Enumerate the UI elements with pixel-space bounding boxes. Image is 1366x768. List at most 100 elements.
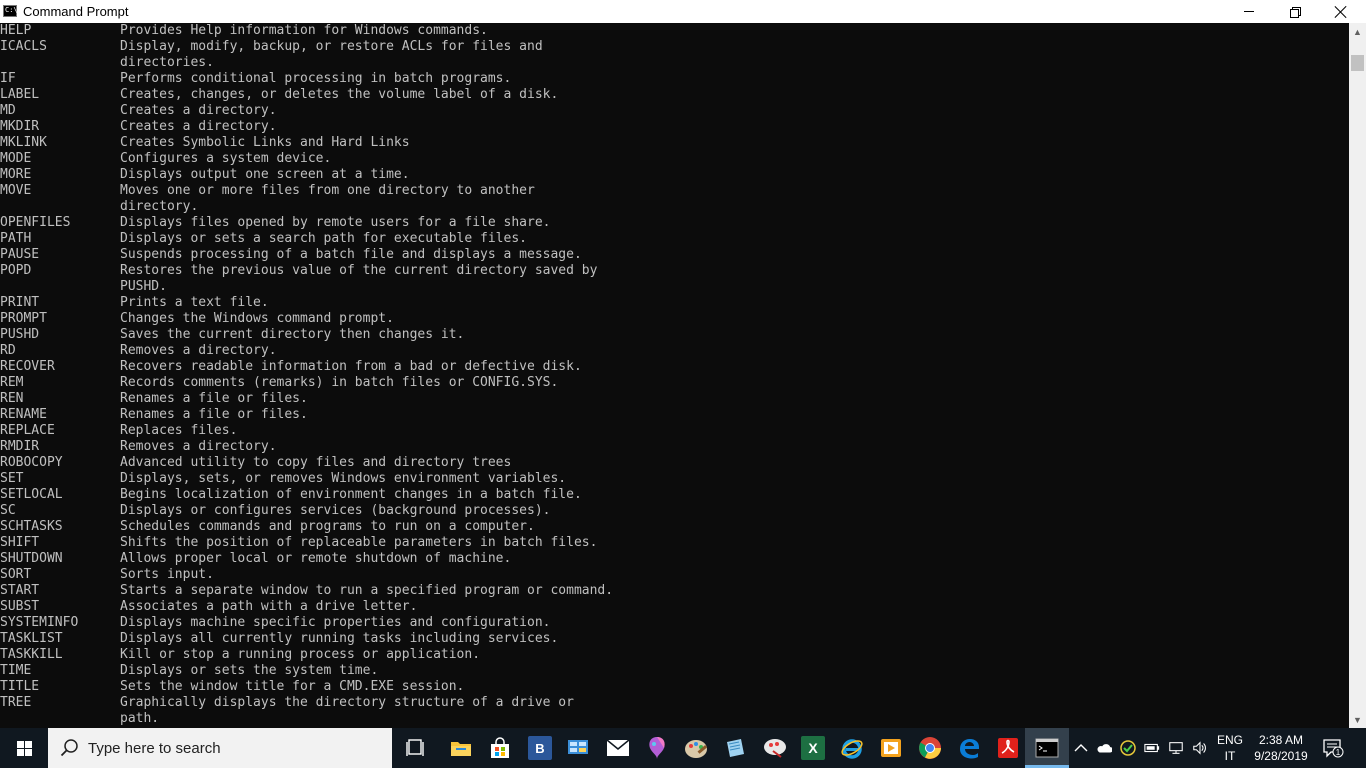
restore-button[interactable]: [1272, 0, 1318, 23]
restore-icon: [1290, 6, 1301, 18]
command-description: Saves the current directory then changes…: [120, 327, 465, 342]
minimize-button[interactable]: [1226, 0, 1272, 23]
command-description: Graphically displays the directory struc…: [120, 695, 574, 710]
clock[interactable]: 2:38 AM 9/28/2019: [1250, 732, 1312, 764]
command-prompt-app-icon[interactable]: C:\: [3, 5, 18, 17]
media-player-icon[interactable]: [879, 736, 903, 760]
network-icon[interactable]: [1168, 740, 1184, 756]
close-icon: [1334, 5, 1348, 19]
command-name: OPENFILES: [0, 215, 71, 230]
mail-icon[interactable]: [606, 736, 630, 760]
command-description: directory.: [120, 199, 199, 214]
scrollbar-thumb[interactable]: [1351, 55, 1364, 71]
command-description: Moves one or more files from one directo…: [120, 183, 535, 198]
command-description: Records comments (remarks) in batch file…: [120, 375, 559, 390]
control-panel-icon[interactable]: [566, 736, 590, 760]
command-description: path.: [120, 711, 160, 726]
chrome-icon[interactable]: [918, 736, 942, 760]
command-description: Prints a text file.: [120, 295, 269, 310]
console-output[interactable]: HELP Provides Help information for Window…: [0, 23, 1349, 728]
command-name: RENAME: [0, 407, 47, 422]
task-view-icon[interactable]: [404, 736, 428, 760]
command-name: MOVE: [0, 183, 32, 198]
start-button[interactable]: [0, 728, 48, 768]
title-bar[interactable]: C:\ Command Prompt: [0, 0, 1366, 23]
command-name: SET: [0, 471, 24, 486]
command-name: SYSTEMINFO: [0, 615, 79, 630]
volume-icon[interactable]: [1192, 740, 1208, 756]
command-description: Begins localization of environment chang…: [120, 487, 582, 502]
command-name: IF: [0, 71, 16, 86]
command-description: Displays files opened by remote users fo…: [120, 215, 551, 230]
snipping-icon[interactable]: [763, 736, 787, 760]
excel-icon[interactable]: X: [801, 736, 825, 760]
command-name: SCHTASKS: [0, 519, 63, 534]
edge-icon[interactable]: [957, 736, 981, 760]
language-indicator[interactable]: ENG IT: [1216, 732, 1244, 764]
windows-logo-icon: [16, 740, 32, 756]
command-description: Advanced utility to copy files and direc…: [120, 455, 512, 470]
command-description: Replaces files.: [120, 423, 238, 438]
onedrive-icon[interactable]: [1096, 740, 1112, 756]
paint-3d-icon[interactable]: [645, 736, 669, 760]
command-name: TITLE: [0, 679, 40, 694]
command-description: Performs conditional processing in batch…: [120, 71, 512, 86]
clock-time: 2:38 AM: [1258, 733, 1304, 747]
clock-date: 9/28/2019: [1254, 749, 1308, 763]
command-name: SC: [0, 503, 16, 518]
command-name: TASKKILL: [0, 647, 63, 662]
command-description: Creates, changes, or deletes the volume …: [120, 87, 559, 102]
command-name: REM: [0, 375, 24, 390]
notification-icon: 1: [1323, 739, 1344, 758]
command-description: Renames a file or files.: [120, 407, 308, 422]
command-name: RD: [0, 343, 16, 358]
command-description: Displays or sets the system time.: [120, 663, 379, 678]
taskbar-search-box[interactable]: Type here to search: [48, 728, 392, 768]
paint-icon[interactable]: [684, 736, 708, 760]
command-name: PROMPT: [0, 311, 47, 326]
command-description: Display, modify, backup, or restore ACLs…: [120, 39, 543, 54]
command-description: Kill or stop a running process or applic…: [120, 647, 481, 662]
command-description: Starts a separate window to run a specif…: [120, 583, 614, 598]
show-hidden-icons-chevron-icon[interactable]: [1073, 740, 1089, 756]
command-name: HELP: [0, 23, 32, 38]
command-description: Schedules commands and programs to run o…: [120, 519, 535, 534]
command-name: PATH: [0, 231, 32, 246]
search-icon: [60, 739, 78, 757]
command-name: RMDIR: [0, 439, 40, 454]
command-name: MD: [0, 103, 16, 118]
notification-count: 1: [1336, 748, 1341, 757]
command-name: SHIFT: [0, 535, 40, 550]
scroll-up-arrow-icon[interactable]: ▲: [1349, 23, 1366, 40]
scroll-down-arrow-icon[interactable]: ▼: [1349, 711, 1366, 728]
action-center-button[interactable]: 1: [1322, 738, 1344, 758]
command-description: Removes a directory.: [120, 343, 277, 358]
command-description: Creates a directory.: [120, 119, 277, 134]
command-name: SHUTDOWN: [0, 551, 63, 566]
store-icon[interactable]: [488, 736, 512, 760]
command-name: START: [0, 583, 40, 598]
command-description: Associates a path with a drive letter.: [120, 599, 418, 614]
command-name: TIME: [0, 663, 32, 678]
acrobat-icon[interactable]: [996, 736, 1020, 760]
command-description: Suspends processing of a batch file and …: [120, 247, 582, 262]
command-description: Displays all currently running tasks inc…: [120, 631, 559, 646]
command-name: MKDIR: [0, 119, 40, 134]
command-description: Removes a directory.: [120, 439, 277, 454]
file-explorer-icon[interactable]: [449, 736, 473, 760]
command-description: Provides Help information for Windows co…: [120, 23, 488, 38]
close-button[interactable]: [1318, 0, 1364, 23]
vertical-scrollbar[interactable]: ▲ ▼: [1349, 23, 1366, 728]
window-title: Command Prompt: [23, 4, 129, 19]
command-description: Allows proper local or remote shutdown o…: [120, 551, 512, 566]
internet-explorer-icon[interactable]: [840, 736, 864, 760]
command-description: directories.: [120, 55, 214, 70]
command-name: TREE: [0, 695, 32, 710]
notes-icon[interactable]: [723, 736, 747, 760]
battery-icon[interactable]: [1144, 740, 1160, 756]
security-status-icon[interactable]: [1120, 740, 1136, 756]
bing-icon[interactable]: B: [528, 736, 552, 760]
command-name: PUSHD: [0, 327, 40, 342]
command-prompt-icon[interactable]: [1035, 736, 1059, 760]
command-name: PAUSE: [0, 247, 40, 262]
